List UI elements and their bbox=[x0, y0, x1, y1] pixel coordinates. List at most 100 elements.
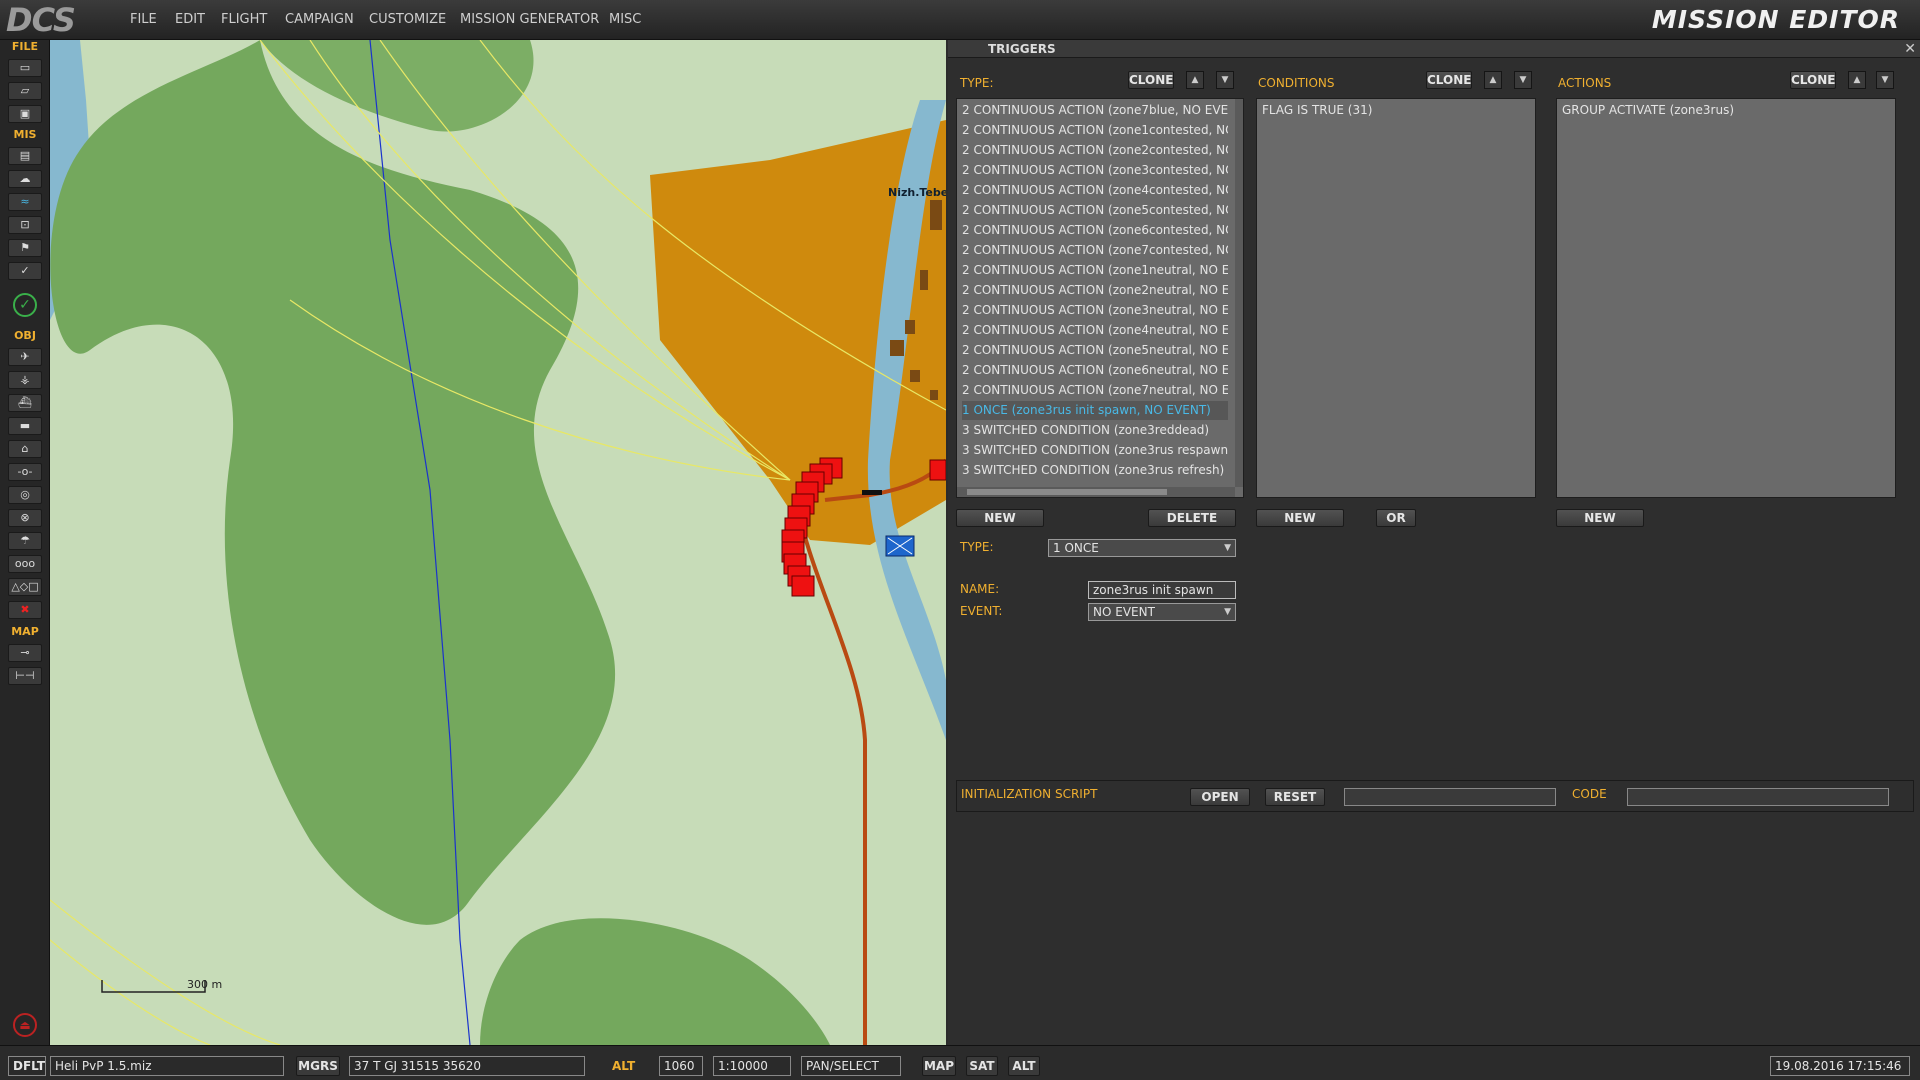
add-helicopter-button[interactable]: ⚶ bbox=[8, 371, 42, 389]
conditions-list[interactable]: FLAG IS TRUE (31) bbox=[1256, 98, 1536, 498]
delete-object-button[interactable]: ✖ bbox=[8, 601, 42, 619]
trigger-move-down-button[interactable]: ▼ bbox=[1216, 71, 1234, 89]
trigger-item[interactable]: 2 CONTINUOUS ACTION (zone1contested, NO … bbox=[962, 121, 1228, 140]
trigger-item[interactable]: 1 ONCE (zone3rus init spawn, NO EVENT) bbox=[962, 401, 1228, 420]
add-plane-button[interactable]: ✈ bbox=[8, 348, 42, 366]
save-mission-button[interactable]: ▣ bbox=[8, 105, 42, 123]
menu-file[interactable]: FILE bbox=[130, 12, 157, 27]
init-script-input[interactable] bbox=[1344, 788, 1556, 806]
ruler-button[interactable]: ⊢⊣ bbox=[8, 667, 42, 685]
dflt-indicator[interactable]: DFLT bbox=[8, 1056, 46, 1076]
helicopter-icon: ⚶ bbox=[20, 373, 30, 386]
trigger-type-value: 1 ONCE bbox=[1053, 541, 1099, 555]
open-script-button[interactable]: OPEN bbox=[1190, 788, 1250, 806]
mission-datetime: 19.08.2016 17:15:46 bbox=[1770, 1056, 1910, 1076]
goals-button[interactable]: ⚑ bbox=[8, 239, 42, 257]
chevron-down-icon: ▼ bbox=[1224, 607, 1231, 617]
trigger-name-input[interactable]: zone3rus init spawn bbox=[1088, 581, 1236, 599]
trigger-item[interactable]: 3 SWITCHED CONDITION (zone3rus respawn) bbox=[962, 441, 1228, 460]
add-static-button[interactable]: ⌂ bbox=[8, 440, 42, 458]
menu-customize[interactable]: CUSTOMIZE bbox=[369, 12, 446, 27]
coord-mode-button[interactable]: MGRS bbox=[296, 1056, 340, 1076]
menu-flight[interactable]: FLIGHT bbox=[221, 12, 267, 27]
templates-button[interactable]: ooo bbox=[8, 555, 42, 573]
code-input[interactable] bbox=[1627, 788, 1889, 806]
briefing-button[interactable]: ▤ bbox=[8, 147, 42, 165]
trigger-list-vscroll[interactable] bbox=[1235, 99, 1243, 487]
new-mission-button[interactable]: ▭ bbox=[8, 59, 42, 77]
trigger-item[interactable]: 2 CONTINUOUS ACTION (zone7contested, NO … bbox=[962, 241, 1228, 260]
trigger-item[interactable]: 2 CONTINUOUS ACTION (zone1neutral, NO EV… bbox=[962, 261, 1228, 280]
ruler-icon: ⊢⊣ bbox=[15, 669, 35, 682]
menu-mission-generator[interactable]: MISSION GENERATOR bbox=[460, 12, 599, 27]
map-options-button[interactable]: ⊸ bbox=[8, 644, 42, 662]
trigger-item[interactable]: 2 CONTINUOUS ACTION (zone6contested, NO … bbox=[962, 221, 1228, 240]
new-trigger-button[interactable]: NEW bbox=[956, 509, 1044, 527]
triggers-button[interactable]: ≈ bbox=[8, 193, 42, 211]
alt-view-button[interactable]: ALT bbox=[1008, 1056, 1040, 1076]
map-view-button[interactable]: MAP bbox=[922, 1056, 956, 1076]
left-toolbar: FILE ▭ ▱ ▣ MIS ▤ ☁ ≈ ⊡ ⚑ ✓ ✓ OBJ ✈ ⚶ ⛴ ▬… bbox=[0, 40, 50, 1045]
chevron-down-icon: ▼ bbox=[1224, 543, 1231, 553]
new-action-button[interactable]: NEW bbox=[1556, 509, 1644, 527]
trigger-event-select[interactable]: NO EVENT ▼ bbox=[1088, 603, 1236, 621]
trigger-item[interactable]: 2 CONTINUOUS ACTION (zone6neutral, NO EV… bbox=[962, 361, 1228, 380]
trigger-item[interactable]: 2 CONTINUOUS ACTION (zone4neutral, NO EV… bbox=[962, 321, 1228, 340]
clone-condition-button[interactable]: CLONE bbox=[1426, 71, 1472, 89]
condition-move-up-button[interactable]: ▲ bbox=[1484, 71, 1502, 89]
trigger-item[interactable]: 3 SWITCHED CONDITION (zone3rus refresh) bbox=[962, 461, 1228, 480]
exit-icon[interactable]: ⏏ bbox=[13, 1013, 37, 1037]
action-move-up-button[interactable]: ▲ bbox=[1848, 71, 1866, 89]
add-parachute-button[interactable]: ☂ bbox=[8, 532, 42, 550]
trigger-item[interactable]: 2 CONTINUOUS ACTION (zone7blue, NO EVENT… bbox=[962, 101, 1228, 120]
add-ship-button[interactable]: ⛴ bbox=[8, 394, 42, 412]
trigger-list[interactable]: 2 CONTINUOUS ACTION (zone7blue, NO EVENT… bbox=[956, 98, 1244, 498]
trigger-item[interactable]: 2 CONTINUOUS ACTION (zone3contested, NO … bbox=[962, 161, 1228, 180]
menu-misc[interactable]: MISC bbox=[609, 12, 641, 27]
map-view[interactable]: Nizh.Tebe 300 m bbox=[50, 40, 946, 1045]
actions-list[interactable]: GROUP ACTIVATE (zone3rus) bbox=[1556, 98, 1896, 498]
mission-filename: Heli PvP 1.5.miz bbox=[50, 1056, 284, 1076]
add-trigger-zone-button[interactable]: ◎ bbox=[8, 486, 42, 504]
condition-item[interactable]: FLAG IS TRUE (31) bbox=[1262, 101, 1528, 120]
bridge bbox=[862, 490, 882, 495]
clone-trigger-button[interactable]: CLONE bbox=[1128, 71, 1174, 89]
trigger-item[interactable]: 2 CONTINUOUS ACTION (zone5contested, NO … bbox=[962, 201, 1228, 220]
scale-label: 300 m bbox=[187, 978, 223, 991]
trigger-item[interactable]: 2 CONTINUOUS ACTION (zone5neutral, NO EV… bbox=[962, 341, 1228, 360]
clone-action-button[interactable]: CLONE bbox=[1790, 71, 1836, 89]
or-condition-button[interactable]: OR bbox=[1376, 509, 1416, 527]
close-icon[interactable]: ✕ bbox=[1904, 40, 1916, 58]
trigger-item[interactable]: 2 CONTINUOUS ACTION (zone7neutral, NO EV… bbox=[962, 381, 1228, 400]
action-move-down-button[interactable]: ▼ bbox=[1876, 71, 1894, 89]
trigger-move-up-button[interactable]: ▲ bbox=[1186, 71, 1204, 89]
action-item[interactable]: GROUP ACTIVATE (zone3rus) bbox=[1562, 101, 1882, 120]
add-vehicle-button[interactable]: ▬ bbox=[8, 417, 42, 435]
trigger-item[interactable]: 3 SWITCHED CONDITION (zone3reddead) bbox=[962, 421, 1228, 440]
trigger-type-select[interactable]: 1 ONCE ▼ bbox=[1048, 539, 1236, 557]
sat-view-button[interactable]: SAT bbox=[966, 1056, 998, 1076]
add-waypoint-button[interactable]: -o- bbox=[8, 463, 42, 481]
shapes-button[interactable]: △◇□ bbox=[8, 578, 42, 596]
section-file-label: FILE bbox=[11, 40, 39, 53]
add-target-button[interactable]: ⊗ bbox=[8, 509, 42, 527]
trigger-item[interactable]: 2 CONTINUOUS ACTION (zone2contested, NO … bbox=[962, 141, 1228, 160]
briefing-icon: ▤ bbox=[19, 149, 31, 162]
mission-valid-icon[interactable]: ✓ bbox=[13, 293, 37, 317]
targets-button[interactable]: ⊡ bbox=[8, 216, 42, 234]
delete-trigger-button[interactable]: DELETE bbox=[1148, 509, 1236, 527]
trigger-name-value: zone3rus init spawn bbox=[1093, 583, 1214, 597]
menu-bar: DCS FILE EDIT FLIGHT CAMPAIGN CUSTOMIZE … bbox=[0, 0, 1920, 40]
open-mission-button[interactable]: ▱ bbox=[8, 82, 42, 100]
menu-edit[interactable]: EDIT bbox=[175, 12, 205, 27]
new-condition-button[interactable]: NEW bbox=[1256, 509, 1344, 527]
condition-move-down-button[interactable]: ▼ bbox=[1514, 71, 1532, 89]
trigger-list-hscroll[interactable] bbox=[957, 487, 1235, 497]
weather-button[interactable]: ☁ bbox=[8, 170, 42, 188]
menu-campaign[interactable]: CAMPAIGN bbox=[285, 12, 354, 27]
trigger-item[interactable]: 2 CONTINUOUS ACTION (zone2neutral, NO EV… bbox=[962, 281, 1228, 300]
reset-script-button[interactable]: RESET bbox=[1265, 788, 1325, 806]
trigger-item[interactable]: 2 CONTINUOUS ACTION (zone3neutral, NO EV… bbox=[962, 301, 1228, 320]
trigger-item[interactable]: 2 CONTINUOUS ACTION (zone4contested, NO … bbox=[962, 181, 1228, 200]
check-button[interactable]: ✓ bbox=[8, 262, 42, 280]
